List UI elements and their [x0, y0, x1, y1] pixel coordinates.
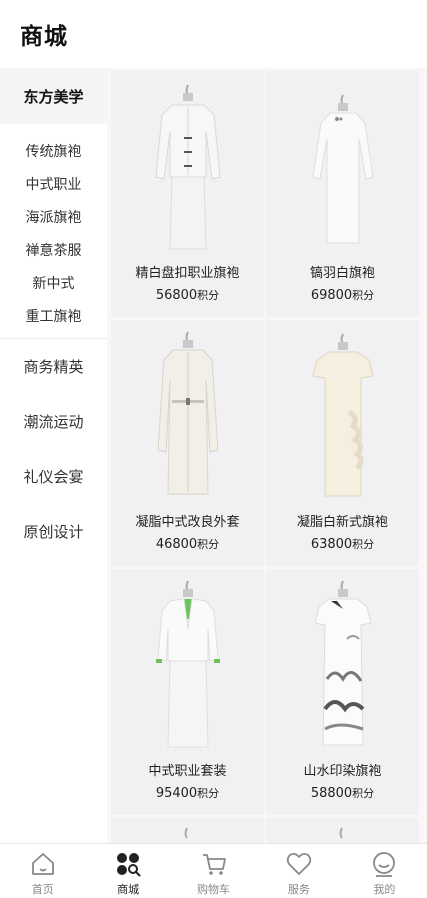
product-card[interactable]: 镐羽白旗袍 69800积分 — [266, 71, 419, 317]
tab-mall[interactable]: 商城 — [85, 844, 170, 898]
price-unit: 积分 — [197, 787, 220, 800]
product-image — [111, 71, 264, 253]
product-image — [266, 320, 419, 502]
tab-cart[interactable]: 购物车 — [171, 844, 256, 898]
price-unit: 积分 — [352, 289, 375, 302]
price-unit: 积分 — [352, 538, 375, 551]
profile-icon — [373, 852, 396, 877]
price-value: 56800 — [155, 288, 198, 303]
sidebar-category[interactable]: 商务精英 — [0, 339, 107, 394]
tab-service[interactable]: 服务 — [256, 844, 341, 898]
price-value: 58800 — [310, 786, 353, 801]
sidebar-sub-item[interactable]: 传统旗袍 — [0, 134, 107, 167]
home-icon — [31, 853, 54, 875]
sidebar-sub-item[interactable]: 海派旗袍 — [0, 200, 107, 233]
price-value: 69800 — [310, 288, 353, 303]
product-card[interactable]: 精白盘扣职业旗袍 56800积分 — [111, 71, 264, 317]
product-image — [111, 569, 264, 751]
tab-label: 购物车 — [197, 883, 231, 896]
product-name: 凝脂中式改良外套 — [135, 515, 240, 530]
price-value: 63800 — [310, 537, 353, 552]
product-card-partial[interactable] — [111, 818, 264, 843]
product-image — [266, 71, 419, 253]
page-title: 商城 — [20, 24, 68, 50]
sidebar-category[interactable]: 礼仪会宴 — [0, 449, 107, 504]
header: 商城 — [0, 0, 427, 68]
product-price: 95400积分 — [111, 785, 264, 801]
hanger-icon — [339, 827, 343, 839]
tab-label: 首页 — [31, 883, 54, 896]
product-name: 中式职业套装 — [148, 764, 227, 779]
price-unit: 积分 — [352, 787, 375, 800]
app-root: 商城 东方美学 传统旗袍 中式职业 海派旗袍 禅意茶服 新中式 重工旗袍 商务精… — [0, 0, 427, 898]
bottom-tab-bar: 首页 商城 购物车 服务 我的 — [0, 843, 427, 898]
product-price: 69800积分 — [266, 287, 419, 303]
product-name: 精白盘扣职业旗袍 — [135, 266, 240, 281]
product-name: 凝脂白新式旗袍 — [296, 515, 388, 530]
sidebar-sub-item[interactable]: 新中式 — [0, 266, 107, 299]
price-unit: 积分 — [197, 289, 220, 302]
sidebar-category[interactable]: 原创设计 — [0, 504, 107, 559]
product-card-partial[interactable] — [266, 818, 419, 843]
product-name: 镐羽白旗袍 — [309, 266, 375, 281]
price-value: 95400 — [155, 786, 198, 801]
sidebar-sub-item[interactable]: 中式职业 — [0, 167, 107, 200]
product-card[interactable]: 中式职业套装 95400积分 — [111, 569, 264, 815]
product-price: 46800积分 — [111, 536, 264, 552]
hanger-icon — [184, 827, 188, 839]
price-unit: 积分 — [197, 538, 220, 551]
product-name: 山水印染旗袍 — [303, 764, 382, 779]
sidebar-group-active[interactable]: 东方美学 — [0, 68, 107, 124]
product-price: 56800积分 — [111, 287, 264, 303]
product-card[interactable]: 凝脂中式改良外套 46800积分 — [111, 320, 264, 566]
mall-icon — [117, 853, 141, 877]
cart-icon — [202, 854, 226, 875]
tab-home[interactable]: 首页 — [0, 844, 85, 898]
product-grid-area[interactable]: 精白盘扣职业旗袍 56800积分 镐羽白旗袍 69800积分 凝脂中式改良外套 … — [107, 68, 427, 843]
product-card[interactable]: 凝脂白新式旗袍 63800积分 — [266, 320, 419, 566]
category-sidebar: 东方美学 传统旗袍 中式职业 海派旗袍 禅意茶服 新中式 重工旗袍 商务精英 潮… — [0, 68, 107, 843]
product-card[interactable]: 山水印染旗袍 58800积分 — [266, 569, 419, 815]
price-value: 46800 — [155, 537, 198, 552]
sidebar-sub-item[interactable]: 禅意茶服 — [0, 233, 107, 266]
tab-label: 服务 — [287, 883, 310, 896]
tab-label: 商城 — [117, 883, 140, 896]
tab-label: 我的 — [373, 883, 396, 896]
product-price: 58800积分 — [266, 785, 419, 801]
product-image — [266, 569, 419, 751]
product-price: 63800积分 — [266, 536, 419, 552]
tab-profile[interactable]: 我的 — [342, 844, 427, 898]
heart-icon — [286, 852, 312, 875]
product-image — [111, 320, 264, 502]
sidebar-category[interactable]: 潮流运动 — [0, 394, 107, 449]
sidebar-sub-list: 传统旗袍 中式职业 海派旗袍 禅意茶服 新中式 重工旗袍 — [0, 124, 107, 339]
sidebar-sub-item[interactable]: 重工旗袍 — [0, 299, 107, 332]
